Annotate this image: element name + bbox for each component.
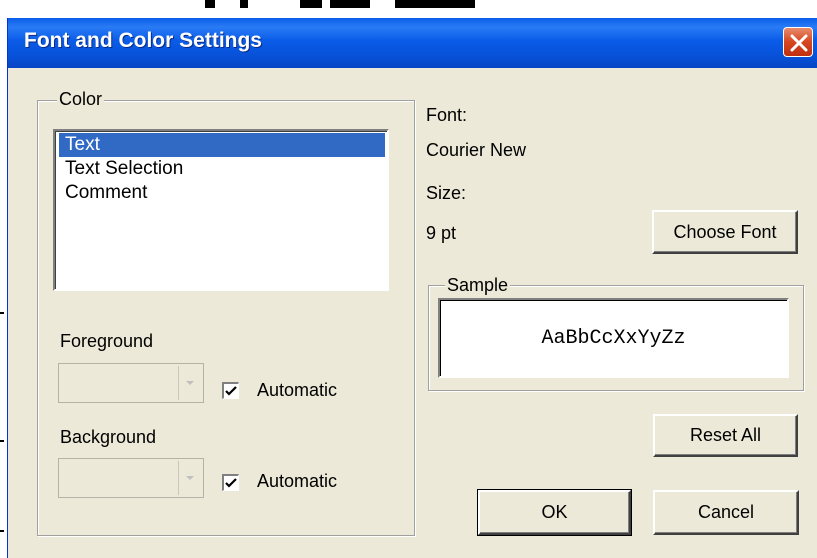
- title-bar[interactable]: Font and Color Settings: [8, 18, 817, 68]
- sample-preview: AaBbCcXxYyZz: [438, 298, 789, 378]
- list-item-text-selection[interactable]: Text Selection: [59, 157, 385, 181]
- list-item-label: Text Selection: [65, 158, 184, 179]
- font-color-dialog: Font and Color Settings Color Text Text …: [7, 18, 817, 558]
- font-label: Font:: [426, 105, 468, 125]
- list-item-label: Text: [65, 134, 100, 155]
- chevron-down-icon: [178, 461, 201, 495]
- choose-font-button[interactable]: Choose Font: [652, 210, 798, 254]
- foreground-label: Foreground: [60, 331, 154, 351]
- background-color-select[interactable]: [58, 458, 204, 498]
- dialog-title: Font and Color Settings: [24, 29, 262, 52]
- size-label: Size:: [426, 183, 467, 203]
- font-name-value: Courier New: [426, 140, 527, 160]
- list-item-comment[interactable]: Comment: [59, 181, 385, 205]
- close-icon: [790, 34, 808, 52]
- ok-button[interactable]: OK: [477, 489, 632, 536]
- list-item-text[interactable]: Text: [59, 133, 385, 157]
- background-edge: [0, 0, 7, 558]
- background-label: Background: [60, 427, 157, 447]
- list-item-label: Comment: [65, 182, 148, 203]
- foreground-automatic-checkbox[interactable]: [222, 382, 239, 399]
- size-value: 9 pt: [426, 223, 457, 243]
- close-button[interactable]: [783, 27, 813, 57]
- chevron-down-icon: [178, 366, 201, 400]
- cancel-button[interactable]: Cancel: [653, 490, 799, 535]
- check-icon: [225, 386, 237, 396]
- check-icon: [225, 478, 237, 488]
- foreground-automatic-label: Automatic: [257, 380, 338, 400]
- color-group-label: Color: [57, 89, 105, 110]
- background-automatic-checkbox[interactable]: [222, 474, 239, 491]
- background-automatic-label: Automatic: [257, 471, 338, 491]
- sample-group-label: Sample: [445, 275, 511, 296]
- background-strip: [0, 0, 817, 18]
- foreground-color-select[interactable]: [58, 363, 204, 403]
- reset-all-button[interactable]: Reset All: [653, 414, 798, 457]
- color-element-list[interactable]: Text Text Selection Comment: [53, 129, 389, 291]
